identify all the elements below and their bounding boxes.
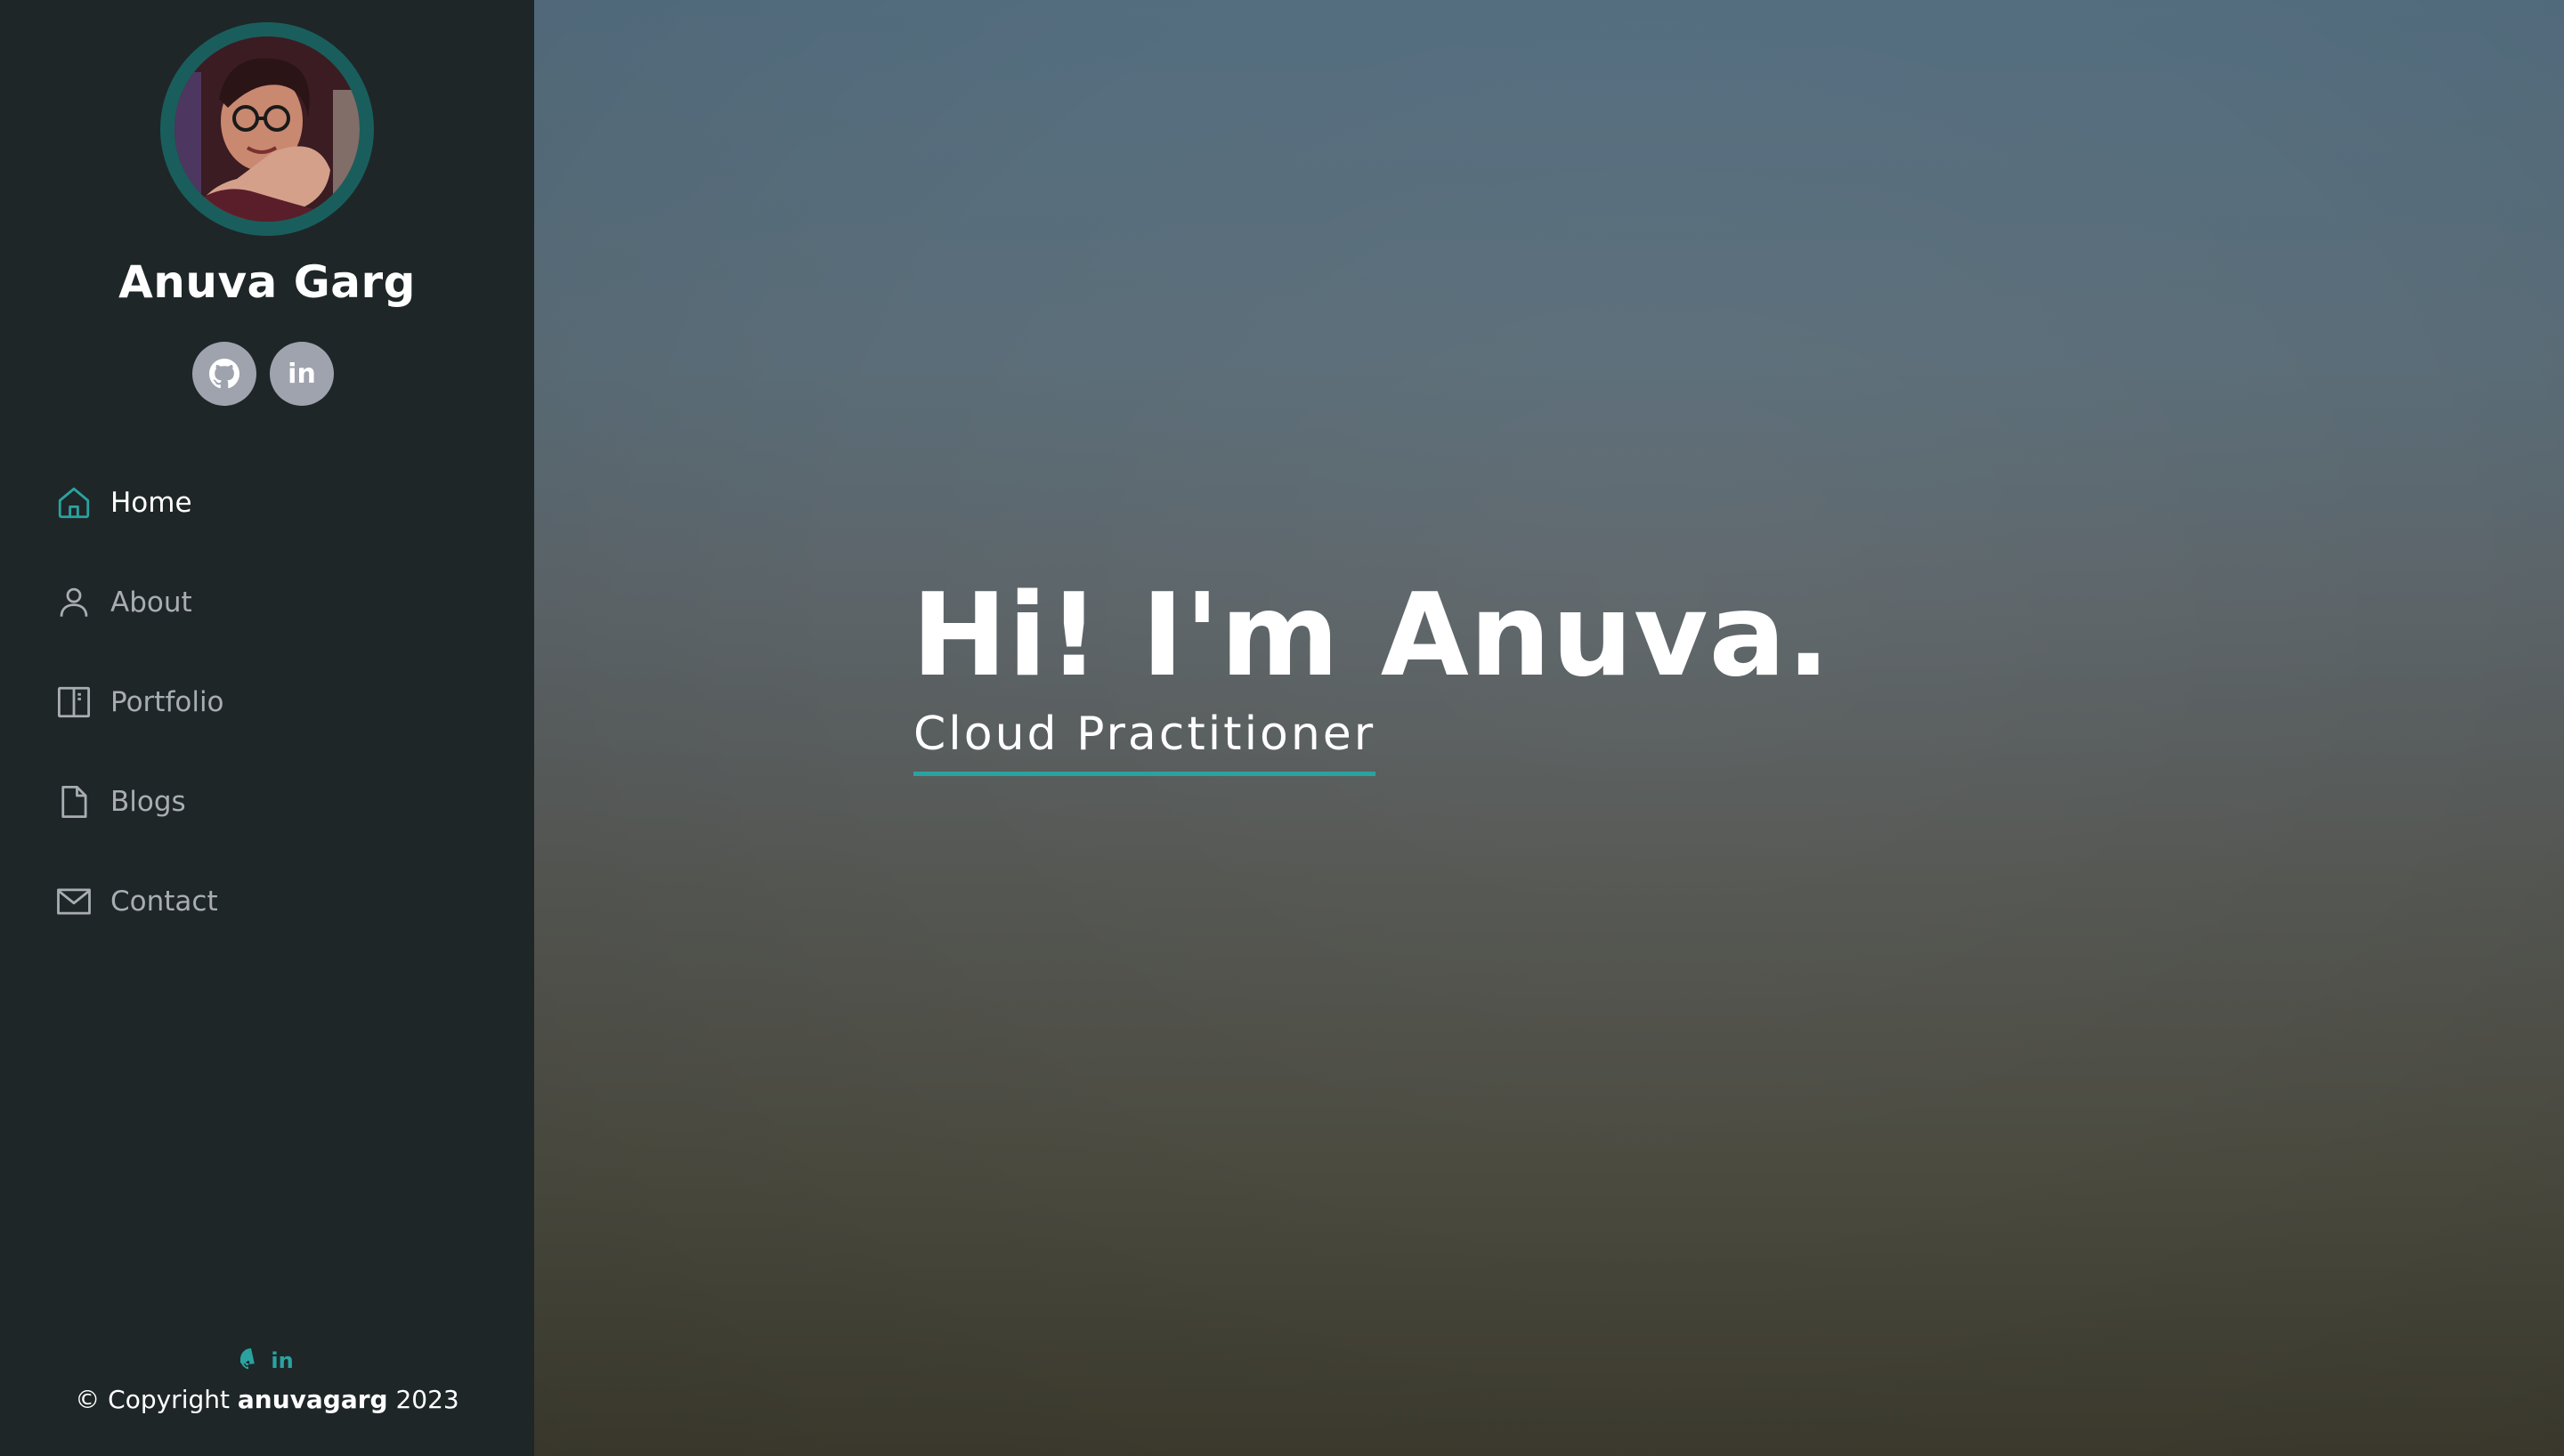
- nav-label-portfolio: Portfolio: [110, 686, 224, 718]
- nav-item-portfolio[interactable]: Portfolio: [55, 675, 224, 729]
- nav-item-blogs[interactable]: Blogs: [55, 775, 186, 829]
- linkedin-icon: in: [288, 358, 316, 390]
- hero-subtitle: Cloud Practitioner: [913, 708, 1376, 776]
- hero-background: [534, 0, 2564, 1456]
- home-icon: [55, 484, 93, 522]
- sidebar: Anuva Garg in Home About Portfolio Blogs…: [0, 0, 536, 1456]
- avatar: [160, 22, 374, 236]
- nav-label-home: Home: [110, 487, 192, 519]
- copyright: © Copyright anuvagarg 2023: [0, 1385, 534, 1414]
- file-icon: [55, 783, 93, 821]
- github-icon: [209, 359, 239, 389]
- copyright-year: 2023: [387, 1385, 459, 1414]
- profile-name: Anuva Garg: [118, 256, 416, 308]
- nav-label-blogs: Blogs: [110, 786, 186, 818]
- footer-github-icon[interactable]: [239, 1348, 262, 1373]
- linkedin-button[interactable]: in: [270, 342, 334, 406]
- envelope-icon: [55, 883, 93, 920]
- avatar-photo: [174, 36, 360, 222]
- person-icon: [55, 584, 93, 621]
- nav-label-about: About: [110, 586, 192, 619]
- nav-label-contact: Contact: [110, 886, 218, 918]
- hero-section: Hi! I'm Anuva. Cloud Practitioner: [534, 0, 2564, 1456]
- hero-title: Hi! I'm Anuva.: [912, 570, 1831, 702]
- copyright-name[interactable]: anuvagarg: [238, 1385, 388, 1414]
- nav-item-about[interactable]: About: [55, 576, 192, 629]
- page: Anuva Garg in Home About Portfolio Blogs…: [0, 0, 2564, 1456]
- github-button[interactable]: [192, 342, 256, 406]
- footer-social: in: [0, 1348, 534, 1373]
- nav-item-home[interactable]: Home: [55, 476, 192, 530]
- book-icon: [55, 684, 93, 721]
- nav-item-contact[interactable]: Contact: [55, 875, 218, 928]
- copyright-prefix: © Copyright: [75, 1385, 238, 1414]
- footer-linkedin-icon[interactable]: in: [271, 1348, 293, 1373]
